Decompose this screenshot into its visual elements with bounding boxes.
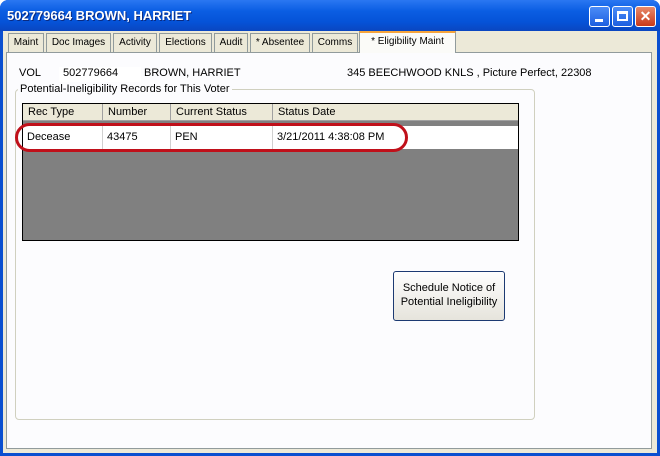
tab-maint[interactable]: Maint (8, 33, 44, 52)
column-header-current-status[interactable]: Current Status (171, 104, 273, 121)
row-highlight-annotation (15, 123, 408, 152)
voter-status: VOL (19, 67, 42, 79)
tab-absentee[interactable]: * Absentee (250, 33, 310, 52)
voter-address: 345 BEECHWOOD KNLS , Picture Perfect, 22… (347, 67, 592, 79)
tab-activity[interactable]: Activity (113, 33, 157, 52)
client-area: Maint Doc Images Activity Elections Audi… (3, 31, 657, 453)
column-header-number[interactable]: Number (103, 104, 171, 121)
tab-comms[interactable]: Comms (312, 33, 358, 52)
voter-name: BROWN, HARRIET (144, 67, 241, 79)
tab-elections[interactable]: Elections (159, 33, 212, 52)
minimize-button[interactable] (589, 6, 610, 27)
maximize-button[interactable] (612, 6, 633, 27)
app-window: 502779664 BROWN, HARRIET ✕ Maint Doc Ima… (0, 0, 660, 456)
records-group-label: Potential-Ineligibility Records for This… (18, 83, 232, 95)
minimize-icon (595, 19, 603, 22)
grid-header: Rec Type Number Current Status Status Da… (23, 104, 518, 121)
tab-audit[interactable]: Audit (214, 33, 248, 52)
column-header-rec-type[interactable]: Rec Type (23, 104, 103, 121)
maximize-icon (617, 11, 628, 21)
schedule-notice-label-line1: Schedule Notice of (402, 282, 496, 294)
schedule-notice-label-line2: Potential Ineligibility (400, 296, 498, 308)
schedule-notice-button[interactable]: Schedule Notice of Potential Ineligibili… (393, 271, 505, 321)
eligibility-maint-page: VOL 502779664 BROWN, HARRIET 345 BEECHWO… (6, 52, 652, 449)
window-title: 502779664 BROWN, HARRIET (7, 8, 192, 23)
column-header-status-date[interactable]: Status Date (273, 104, 518, 121)
tab-eligibility-maint[interactable]: * Eligibility Maint (359, 31, 456, 53)
close-icon: ✕ (639, 8, 652, 24)
title-bar[interactable]: 502779664 BROWN, HARRIET ✕ (0, 0, 660, 31)
close-button[interactable]: ✕ (635, 6, 656, 27)
tab-doc-images[interactable]: Doc Images (46, 33, 111, 52)
voter-id: 502779664 (63, 67, 119, 79)
